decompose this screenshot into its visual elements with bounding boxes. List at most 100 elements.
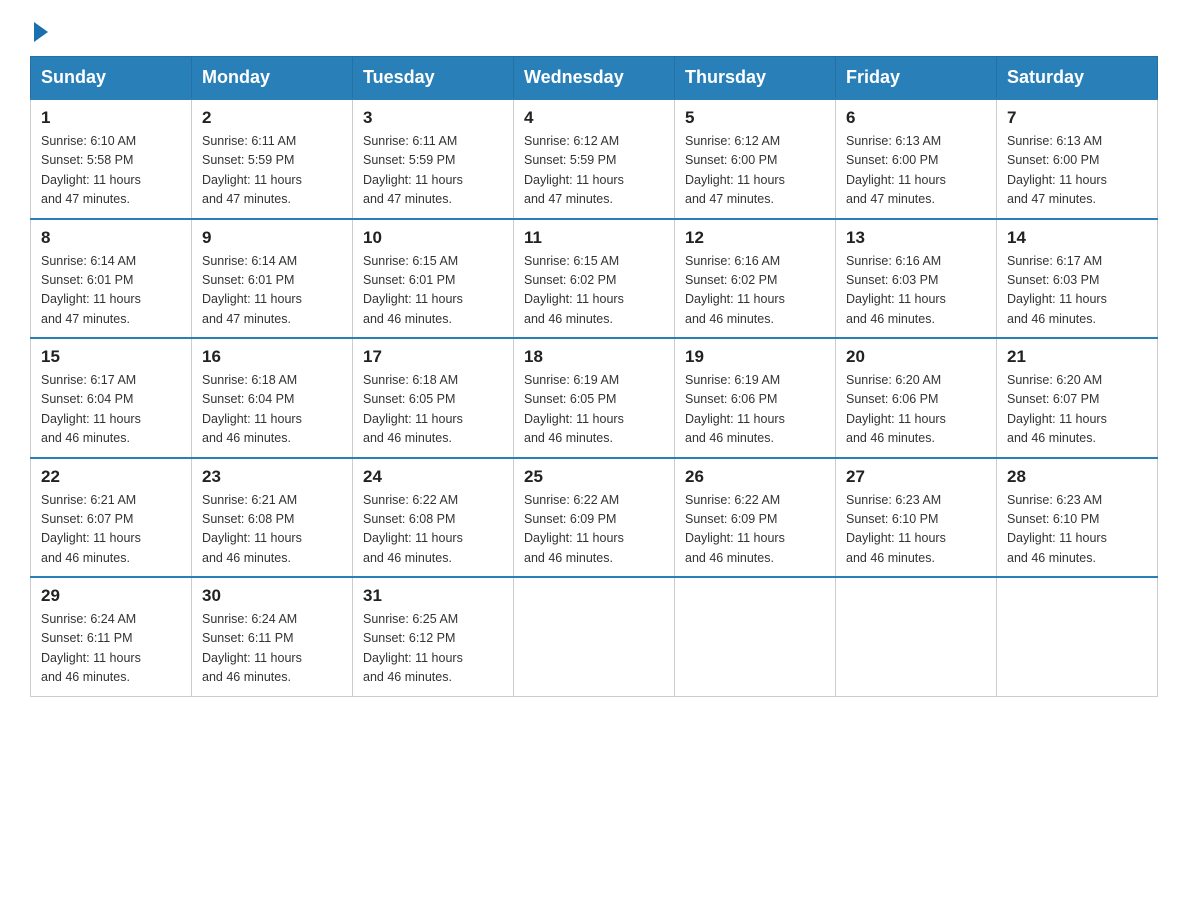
calendar-header-monday: Monday <box>192 57 353 100</box>
day-number: 3 <box>363 108 503 128</box>
calendar-header-friday: Friday <box>836 57 997 100</box>
day-number: 28 <box>1007 467 1147 487</box>
day-info: Sunrise: 6:24 AMSunset: 6:11 PMDaylight:… <box>202 610 342 688</box>
calendar-cell: 8 Sunrise: 6:14 AMSunset: 6:01 PMDaylight… <box>31 219 192 339</box>
logo-arrow-icon <box>34 22 48 42</box>
calendar-cell: 28 Sunrise: 6:23 AMSunset: 6:10 PMDayligh… <box>997 458 1158 578</box>
week-row-2: 8 Sunrise: 6:14 AMSunset: 6:01 PMDaylight… <box>31 219 1158 339</box>
day-info: Sunrise: 6:12 AMSunset: 5:59 PMDaylight:… <box>524 132 664 210</box>
calendar-cell: 9 Sunrise: 6:14 AMSunset: 6:01 PMDaylight… <box>192 219 353 339</box>
calendar-cell: 11 Sunrise: 6:15 AMSunset: 6:02 PMDayligh… <box>514 219 675 339</box>
day-number: 17 <box>363 347 503 367</box>
calendar-cell: 21Sunrise: 6:20 AMSunset: 6:07 PMDayligh… <box>997 338 1158 458</box>
day-info: Sunrise: 6:20 AMSunset: 6:06 PMDaylight:… <box>846 371 986 449</box>
week-row-1: 1 Sunrise: 6:10 AMSunset: 5:58 PMDaylight… <box>31 99 1158 219</box>
day-number: 8 <box>41 228 181 248</box>
day-info: Sunrise: 6:22 AMSunset: 6:09 PMDaylight:… <box>685 491 825 569</box>
day-number: 25 <box>524 467 664 487</box>
day-number: 30 <box>202 586 342 606</box>
day-number: 9 <box>202 228 342 248</box>
calendar-cell <box>997 577 1158 696</box>
logo <box>30 20 48 38</box>
calendar-header-tuesday: Tuesday <box>353 57 514 100</box>
day-info: Sunrise: 6:10 AMSunset: 5:58 PMDaylight:… <box>41 132 181 210</box>
calendar-cell: 26 Sunrise: 6:22 AMSunset: 6:09 PMDayligh… <box>675 458 836 578</box>
day-number: 4 <box>524 108 664 128</box>
day-info: Sunrise: 6:23 AMSunset: 6:10 PMDaylight:… <box>1007 491 1147 569</box>
calendar-cell: 20 Sunrise: 6:20 AMSunset: 6:06 PMDayligh… <box>836 338 997 458</box>
day-number: 20 <box>846 347 986 367</box>
calendar-cell: 12Sunrise: 6:16 AMSunset: 6:02 PMDayligh… <box>675 219 836 339</box>
day-number: 7 <box>1007 108 1147 128</box>
calendar-cell <box>675 577 836 696</box>
day-number: 26 <box>685 467 825 487</box>
day-info: Sunrise: 6:24 AMSunset: 6:11 PMDaylight:… <box>41 610 181 688</box>
calendar-table: SundayMondayTuesdayWednesdayThursdayFrid… <box>30 56 1158 697</box>
day-number: 12 <box>685 228 825 248</box>
day-info: Sunrise: 6:12 AMSunset: 6:00 PMDaylight:… <box>685 132 825 210</box>
calendar-cell: 24 Sunrise: 6:22 AMSunset: 6:08 PMDayligh… <box>353 458 514 578</box>
calendar-cell: 5 Sunrise: 6:12 AMSunset: 6:00 PMDaylight… <box>675 99 836 219</box>
week-row-5: 29Sunrise: 6:24 AMSunset: 6:11 PMDayligh… <box>31 577 1158 696</box>
calendar-cell: 23 Sunrise: 6:21 AMSunset: 6:08 PMDayligh… <box>192 458 353 578</box>
day-info: Sunrise: 6:22 AMSunset: 6:08 PMDaylight:… <box>363 491 503 569</box>
day-info: Sunrise: 6:14 AMSunset: 6:01 PMDaylight:… <box>202 252 342 330</box>
day-info: Sunrise: 6:15 AMSunset: 6:02 PMDaylight:… <box>524 252 664 330</box>
calendar-cell: 7 Sunrise: 6:13 AMSunset: 6:00 PMDaylight… <box>997 99 1158 219</box>
day-info: Sunrise: 6:13 AMSunset: 6:00 PMDaylight:… <box>1007 132 1147 210</box>
calendar-cell: 30 Sunrise: 6:24 AMSunset: 6:11 PMDayligh… <box>192 577 353 696</box>
calendar-cell: 14Sunrise: 6:17 AMSunset: 6:03 PMDayligh… <box>997 219 1158 339</box>
week-row-4: 22 Sunrise: 6:21 AMSunset: 6:07 PMDayligh… <box>31 458 1158 578</box>
calendar-cell: 31 Sunrise: 6:25 AMSunset: 6:12 PMDayligh… <box>353 577 514 696</box>
calendar-cell: 19 Sunrise: 6:19 AMSunset: 6:06 PMDayligh… <box>675 338 836 458</box>
day-info: Sunrise: 6:21 AMSunset: 6:08 PMDaylight:… <box>202 491 342 569</box>
day-number: 22 <box>41 467 181 487</box>
day-number: 23 <box>202 467 342 487</box>
calendar-header-saturday: Saturday <box>997 57 1158 100</box>
day-number: 11 <box>524 228 664 248</box>
calendar-cell: 3 Sunrise: 6:11 AMSunset: 5:59 PMDaylight… <box>353 99 514 219</box>
calendar-cell: 15Sunrise: 6:17 AMSunset: 6:04 PMDayligh… <box>31 338 192 458</box>
calendar-cell <box>836 577 997 696</box>
calendar-cell: 1 Sunrise: 6:10 AMSunset: 5:58 PMDaylight… <box>31 99 192 219</box>
calendar-cell: 18 Sunrise: 6:19 AMSunset: 6:05 PMDayligh… <box>514 338 675 458</box>
day-info: Sunrise: 6:18 AMSunset: 6:05 PMDaylight:… <box>363 371 503 449</box>
day-number: 14 <box>1007 228 1147 248</box>
day-info: Sunrise: 6:21 AMSunset: 6:07 PMDaylight:… <box>41 491 181 569</box>
day-number: 24 <box>363 467 503 487</box>
day-info: Sunrise: 6:11 AMSunset: 5:59 PMDaylight:… <box>363 132 503 210</box>
day-info: Sunrise: 6:18 AMSunset: 6:04 PMDaylight:… <box>202 371 342 449</box>
day-info: Sunrise: 6:19 AMSunset: 6:06 PMDaylight:… <box>685 371 825 449</box>
day-number: 13 <box>846 228 986 248</box>
calendar-cell: 25 Sunrise: 6:22 AMSunset: 6:09 PMDayligh… <box>514 458 675 578</box>
calendar-header-thursday: Thursday <box>675 57 836 100</box>
day-info: Sunrise: 6:14 AMSunset: 6:01 PMDaylight:… <box>41 252 181 330</box>
day-info: Sunrise: 6:25 AMSunset: 6:12 PMDaylight:… <box>363 610 503 688</box>
day-number: 15 <box>41 347 181 367</box>
day-number: 18 <box>524 347 664 367</box>
day-number: 19 <box>685 347 825 367</box>
day-number: 10 <box>363 228 503 248</box>
calendar-cell: 6 Sunrise: 6:13 AMSunset: 6:00 PMDaylight… <box>836 99 997 219</box>
day-number: 27 <box>846 467 986 487</box>
day-number: 21 <box>1007 347 1147 367</box>
page-header <box>30 20 1158 38</box>
day-number: 5 <box>685 108 825 128</box>
calendar-cell: 2Sunrise: 6:11 AMSunset: 5:59 PMDaylight… <box>192 99 353 219</box>
day-info: Sunrise: 6:19 AMSunset: 6:05 PMDaylight:… <box>524 371 664 449</box>
day-info: Sunrise: 6:15 AMSunset: 6:01 PMDaylight:… <box>363 252 503 330</box>
day-info: Sunrise: 6:22 AMSunset: 6:09 PMDaylight:… <box>524 491 664 569</box>
day-info: Sunrise: 6:13 AMSunset: 6:00 PMDaylight:… <box>846 132 986 210</box>
calendar-cell: 27Sunrise: 6:23 AMSunset: 6:10 PMDayligh… <box>836 458 997 578</box>
calendar-cell: 10 Sunrise: 6:15 AMSunset: 6:01 PMDayligh… <box>353 219 514 339</box>
day-number: 16 <box>202 347 342 367</box>
day-number: 6 <box>846 108 986 128</box>
calendar-header-sunday: Sunday <box>31 57 192 100</box>
calendar-cell <box>514 577 675 696</box>
day-info: Sunrise: 6:16 AMSunset: 6:03 PMDaylight:… <box>846 252 986 330</box>
calendar-cell: 13 Sunrise: 6:16 AMSunset: 6:03 PMDayligh… <box>836 219 997 339</box>
week-row-3: 15Sunrise: 6:17 AMSunset: 6:04 PMDayligh… <box>31 338 1158 458</box>
day-number: 31 <box>363 586 503 606</box>
calendar-header-wednesday: Wednesday <box>514 57 675 100</box>
day-number: 1 <box>41 108 181 128</box>
